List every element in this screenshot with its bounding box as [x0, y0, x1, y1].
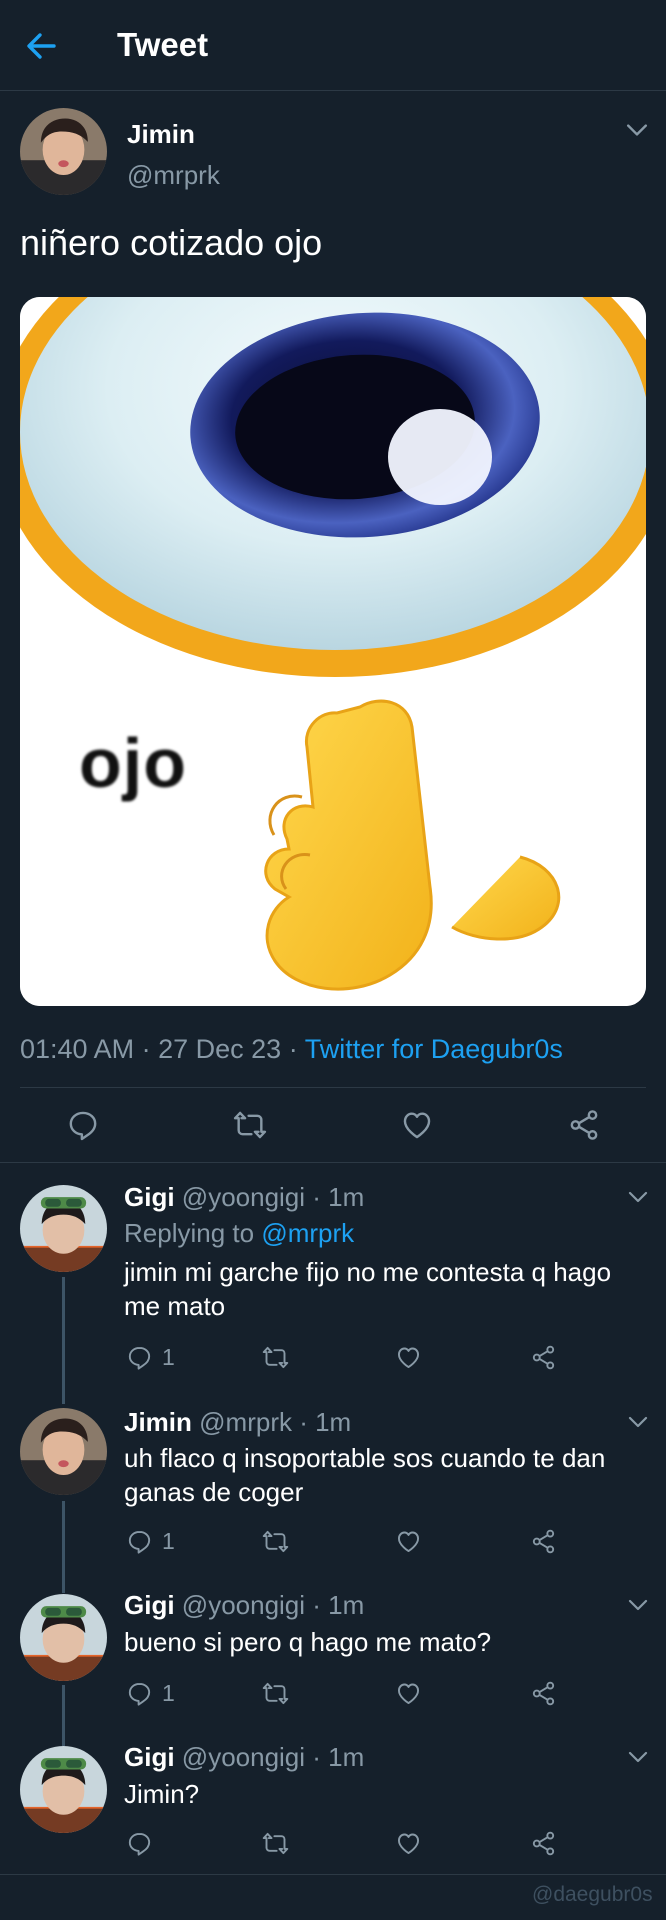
reply-header: Gigi @yoongigi · 1m: [124, 1590, 364, 1621]
retweet-button[interactable]: [262, 1829, 289, 1857]
chevron-down-icon[interactable]: [628, 1598, 648, 1612]
divider: [20, 1087, 646, 1088]
like-icon: [395, 1528, 422, 1555]
reply-author-name[interactable]: Jimin: [124, 1407, 192, 1437]
like-button[interactable]: [395, 1527, 422, 1555]
chevron-down-icon[interactable]: [628, 1190, 648, 1204]
thread-line: [62, 1277, 65, 1404]
divider: [0, 1874, 666, 1875]
tweet-time: 01:40 AM: [20, 1034, 135, 1064]
retweet-button[interactable]: [262, 1527, 289, 1555]
retweet-button[interactable]: [262, 1343, 289, 1371]
like-icon: [395, 1680, 422, 1707]
tweet-image[interactable]: ojo: [20, 297, 646, 1006]
thread-line: [62, 1685, 65, 1746]
reply-button[interactable]: [126, 1829, 162, 1857]
like-button[interactable]: [395, 1829, 422, 1857]
retweet-icon: [262, 1344, 289, 1371]
reply-author-handle[interactable]: @yoongigi · 1m: [182, 1742, 364, 1772]
divider: [0, 1162, 666, 1163]
retweet-icon: [262, 1830, 289, 1857]
share-icon: [530, 1830, 557, 1857]
share-button[interactable]: [530, 1527, 557, 1555]
page-title: Tweet: [117, 26, 209, 63]
reply-button[interactable]: 1: [126, 1343, 175, 1371]
share-icon: [530, 1528, 557, 1555]
like-icon: [395, 1830, 422, 1857]
tweet-meta: 01:40 AM · 27 Dec 23 · Twitter for Daegu…: [20, 1034, 563, 1064]
reply-header: Jimin @mrprk · 1m: [124, 1407, 351, 1438]
reply-author-handle[interactable]: @mrprk · 1m: [199, 1407, 351, 1437]
reply-text: jimin mi garche fijo no me contesta q ha…: [124, 1257, 612, 1321]
reply-count: 1: [162, 1679, 175, 1706]
avatar[interactable]: [20, 1185, 107, 1272]
avatar[interactable]: [20, 1408, 107, 1495]
share-button[interactable]: [530, 1829, 557, 1857]
reply-author-name[interactable]: Gigi: [124, 1182, 175, 1212]
avatar[interactable]: [20, 108, 107, 195]
chevron-down-icon[interactable]: [628, 1415, 648, 1429]
share-button[interactable]: [530, 1343, 557, 1371]
reply-author-handle[interactable]: @yoongigi · 1m: [182, 1590, 364, 1620]
chevron-down-icon[interactable]: [626, 122, 648, 138]
tweet-source-link[interactable]: Twitter for Daegubr0s: [305, 1034, 563, 1064]
top-bar: Tweet: [0, 0, 666, 91]
reply-text: Jimin?: [124, 1779, 200, 1809]
reply-button[interactable]: 1: [126, 1527, 175, 1555]
avatar[interactable]: [20, 1746, 107, 1833]
reply-icon[interactable]: [65, 1108, 101, 1142]
reply-author-handle[interactable]: @yoongigi · 1m: [182, 1182, 364, 1212]
reply-count: 1: [162, 1343, 175, 1370]
mention-link[interactable]: @mrprk: [261, 1218, 354, 1248]
share-button[interactable]: [530, 1679, 557, 1707]
reply-icon: [126, 1344, 153, 1371]
like-icon[interactable]: [399, 1108, 435, 1142]
tweet-text: niñero cotizado ojo: [20, 222, 323, 263]
image-caption-text: ojo: [79, 724, 187, 802]
author-name[interactable]: Jimin: [127, 119, 195, 150]
tweet-date: 27 Dec 23: [158, 1034, 282, 1064]
replying-to: Replying to @mrprk: [124, 1218, 355, 1248]
retweet-icon: [262, 1528, 289, 1555]
like-button[interactable]: [395, 1343, 422, 1371]
watermark: @daegubr0s: [532, 1883, 653, 1906]
reply-icon: [126, 1680, 153, 1707]
retweet-button[interactable]: [262, 1679, 289, 1707]
like-icon: [395, 1344, 422, 1371]
thread-line: [62, 1501, 65, 1593]
like-button[interactable]: [395, 1679, 422, 1707]
share-icon: [530, 1344, 557, 1371]
avatar[interactable]: [20, 1594, 107, 1681]
reply-header: Gigi @yoongigi · 1m: [124, 1742, 364, 1773]
share-icon: [530, 1680, 557, 1707]
chevron-down-icon[interactable]: [628, 1750, 648, 1764]
reply-text: uh flaco q insoportable sos cuando te da…: [124, 1443, 606, 1507]
reply-button[interactable]: 1: [126, 1679, 175, 1707]
share-icon[interactable]: [566, 1108, 602, 1142]
eye-emoji-image: [20, 297, 646, 1006]
reply-header: Gigi @yoongigi · 1m: [124, 1182, 364, 1213]
retweet-icon: [262, 1680, 289, 1707]
reply-count: 1: [162, 1527, 175, 1554]
author-handle[interactable]: @mrprk: [127, 160, 220, 191]
reply-author-name[interactable]: Gigi: [124, 1590, 175, 1620]
reply-icon: [126, 1830, 153, 1857]
reply-icon: [126, 1528, 153, 1555]
reply-author-name[interactable]: Gigi: [124, 1742, 175, 1772]
retweet-icon[interactable]: [232, 1108, 268, 1142]
reply-text: bueno si pero q hago me mato?: [124, 1627, 492, 1657]
arrow-left-icon[interactable]: [24, 28, 64, 64]
